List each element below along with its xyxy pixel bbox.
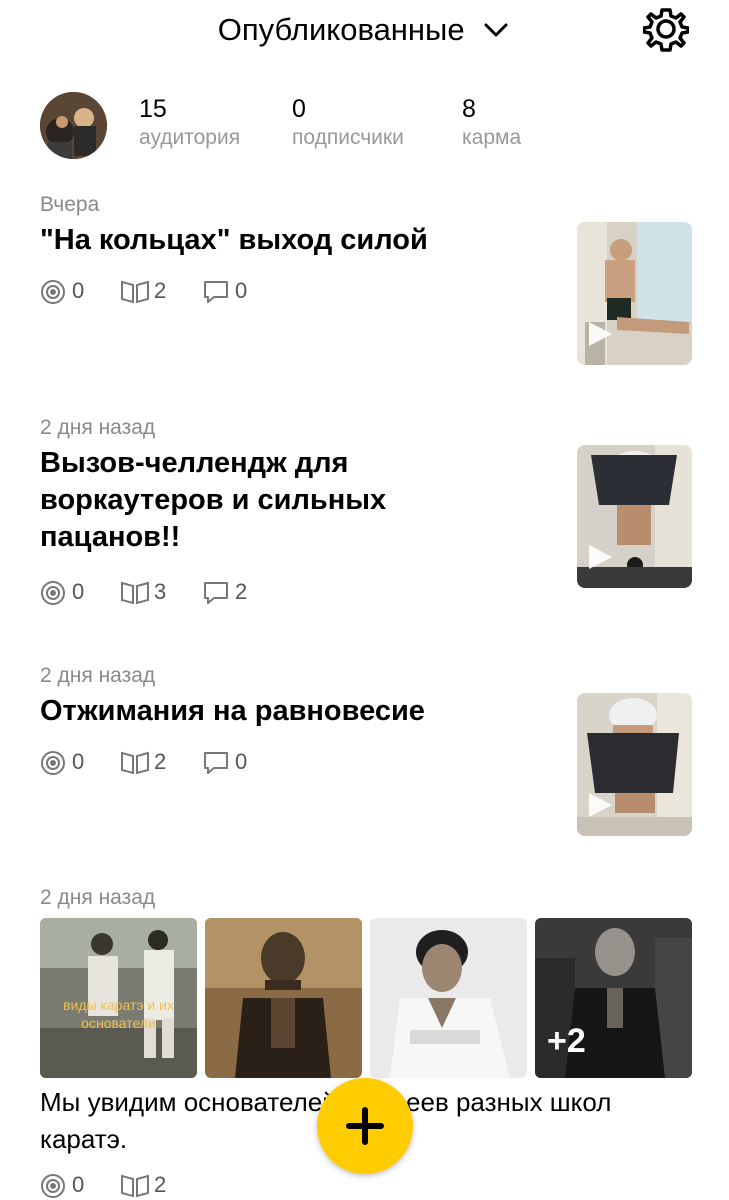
more-photos-count: +2 (547, 1022, 586, 1060)
stat-audience: 15 аудитория (139, 94, 240, 152)
play-icon (589, 545, 612, 569)
gallery-image[interactable]: +2 (535, 918, 692, 1078)
views-count: 0 (72, 278, 85, 303)
comments-count: 0 (235, 749, 248, 774)
post-video-thumbnail[interactable] (577, 445, 692, 588)
play-icon (589, 793, 612, 817)
play-icon (589, 322, 612, 346)
post-title[interactable]: "На кольцах" выход силой (40, 222, 540, 259)
views-count: 0 (72, 1172, 85, 1197)
post-metrics: 0 2 0 (40, 747, 340, 777)
gallery-caption: виды каратэ и их основатели (63, 997, 174, 1031)
chevron-down-icon (484, 23, 508, 37)
post-title[interactable]: Отжимания на равновесие (40, 693, 540, 730)
gallery-image[interactable]: виды каратэ и их основатели (40, 918, 197, 1078)
views-icon (41, 1174, 65, 1198)
post-date: 2 дня назад (40, 886, 156, 909)
post-date: Вчера (40, 193, 100, 216)
post-card[interactable]: 2 дня назад Вызов-челлендж для воркаутер… (40, 415, 692, 605)
stat-label: карма (462, 126, 522, 149)
profile-summary: 15 аудитория 0 подписчики 8 карма (40, 92, 700, 162)
create-post-button[interactable] (317, 1078, 413, 1174)
filter-label: Опубликованные (217, 11, 465, 47)
post-card[interactable]: 2 дня назад Отжимания на равновесие 0 2 … (40, 663, 692, 843)
reads-count: 2 (154, 749, 167, 774)
top-bar: Опубликованные (0, 0, 729, 60)
gallery-image[interactable] (370, 918, 527, 1078)
avatar[interactable] (40, 92, 107, 159)
post-photo-gallery[interactable]: виды каратэ и их основатели +2 (40, 918, 692, 1078)
stat-karma: 8 карма (462, 94, 521, 152)
stat-label: аудитория (139, 126, 241, 149)
plus-icon (346, 1107, 384, 1145)
reads-count: 2 (154, 1172, 167, 1197)
reads-count: 2 (154, 278, 167, 303)
views-icon (41, 581, 65, 605)
settings-gear-icon[interactable] (643, 6, 689, 52)
post-metrics: 0 3 2 (40, 577, 340, 607)
stat-label: подписчики (292, 126, 404, 149)
reads-count: 3 (154, 579, 167, 604)
gallery-image[interactable] (205, 918, 362, 1078)
filter-dropdown[interactable]: Опубликованные (0, 8, 729, 50)
book-icon (121, 280, 149, 304)
comment-icon (204, 582, 228, 604)
post-date: 2 дня назад (40, 664, 156, 687)
post-metrics: 0 2 0 (40, 276, 340, 306)
comment-icon (204, 752, 228, 774)
views-count: 0 (72, 579, 85, 604)
views-icon (41, 280, 65, 304)
book-icon (121, 751, 149, 775)
book-icon (121, 581, 149, 605)
comments-count: 0 (235, 278, 248, 303)
post-video-thumbnail[interactable] (577, 693, 692, 836)
stat-value: 0 (292, 95, 306, 123)
post-video-thumbnail[interactable] (577, 222, 692, 365)
post-date: 2 дня назад (40, 416, 156, 439)
post-card[interactable]: Вчера "На кольцах" выход силой 0 2 0 (40, 192, 692, 372)
stat-value: 15 (139, 95, 167, 123)
stat-value: 8 (462, 95, 476, 123)
stat-subscribers: 0 подписчики (292, 94, 404, 152)
views-icon (41, 751, 65, 775)
post-title[interactable]: Вызов-челлендж для воркаутеров и сильных… (40, 445, 440, 556)
comment-icon (204, 281, 228, 303)
post-metrics: 0 2 (40, 1170, 340, 1200)
comments-count: 2 (235, 579, 248, 604)
book-icon (121, 1174, 149, 1198)
views-count: 0 (72, 749, 85, 774)
